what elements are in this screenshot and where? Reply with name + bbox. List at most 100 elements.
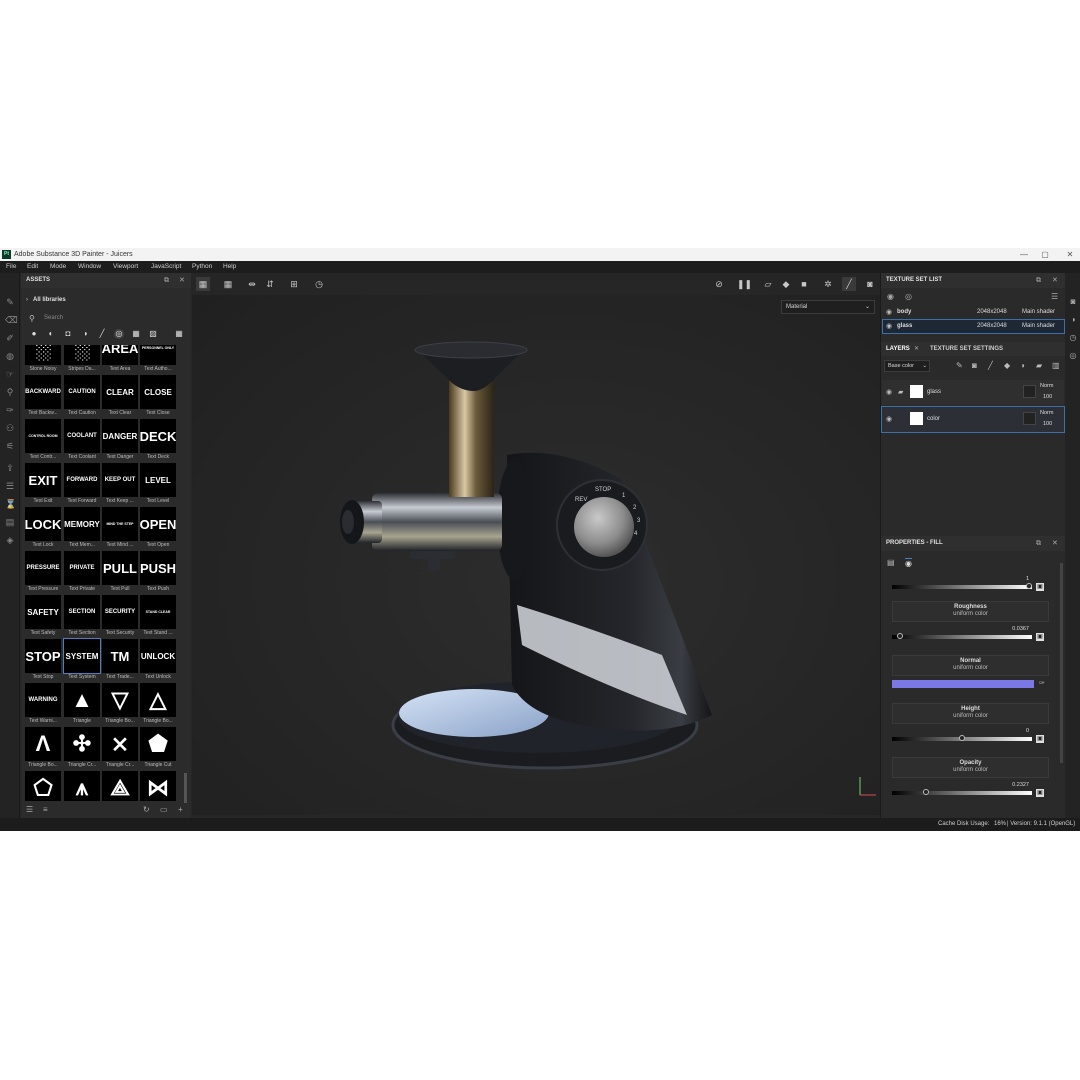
library-selector[interactable]: › All libraries xyxy=(26,297,66,303)
slider-knob[interactable] xyxy=(1026,583,1032,589)
hide-icon[interactable]: ⊘ xyxy=(712,277,726,291)
mirror-y-icon[interactable]: ⇵ xyxy=(263,277,277,291)
eye-icon[interactable]: ◉ xyxy=(886,306,892,319)
measure-icon[interactable]: ⚟ xyxy=(5,441,15,451)
menu-python[interactable]: Python xyxy=(192,261,212,273)
projection-icon[interactable]: ✐ xyxy=(5,333,15,343)
eye-icon[interactable]: ◎ xyxy=(905,292,912,301)
grid-view-icon[interactable]: ▦ xyxy=(174,329,184,339)
settings-list-icon[interactable]: ☰ xyxy=(1051,292,1058,301)
paint-brush-icon[interactable]: ✎ xyxy=(5,297,15,307)
asset-item[interactable]: SAFETY Text Safety xyxy=(25,595,61,639)
smudge-icon[interactable]: ☞ xyxy=(5,369,15,379)
asset-item[interactable]: ⨯ Triangle Cr... xyxy=(102,727,138,771)
materials-icon[interactable]: ◈ xyxy=(5,535,15,545)
layer-opacity[interactable]: 100 xyxy=(1043,421,1052,427)
menu-viewport[interactable]: Viewport xyxy=(113,261,138,273)
normal-color-swatch[interactable] xyxy=(892,680,1034,688)
asset-item[interactable]: FORWARD Text Forward xyxy=(64,463,100,507)
brush-filter-icon[interactable]: ╱ xyxy=(97,329,107,339)
top-slider[interactable] xyxy=(892,583,1032,589)
add-folder-icon[interactable]: ▰ xyxy=(1036,361,1042,370)
texture-set-body[interactable]: ◉ body 2048x2048 Main shader xyxy=(883,306,1064,319)
smart-material-filter-icon[interactable]: ◐ xyxy=(46,329,56,339)
pause-icon[interactable]: ❚❚ xyxy=(737,277,752,291)
asset-item[interactable]: EXIT Text Exit xyxy=(25,463,61,507)
asset-item[interactable]: MEMORY Text Mem... xyxy=(64,507,100,551)
roughness-block[interactable]: Roughness uniform color xyxy=(892,601,1049,622)
asset-item[interactable]: PULL Text Pull xyxy=(102,551,138,595)
asset-item[interactable]: KEEP OUT Text Keep ... xyxy=(102,463,138,507)
asset-item[interactable]: BACKWARD Text Backw... xyxy=(25,375,61,419)
add-smart-icon[interactable]: ◑ xyxy=(1020,361,1025,370)
alpha-filter-icon[interactable]: ◎ xyxy=(114,329,124,339)
asset-item[interactable]: PUSH Text Push xyxy=(140,551,176,595)
assets-scrollbar[interactable] xyxy=(184,773,187,803)
asset-item[interactable]: STOP Text Stop xyxy=(25,639,61,683)
asset-item[interactable]: PRIVATE Text Private xyxy=(64,551,100,595)
close-panel-icon[interactable]: ✕ xyxy=(1052,536,1058,551)
toggle-icon[interactable]: ▣ xyxy=(1036,633,1044,641)
properties-scrollbar[interactable] xyxy=(1060,563,1063,763)
close-tab-icon[interactable]: ✕ xyxy=(914,342,919,356)
minimize-button[interactable]: — xyxy=(1017,248,1031,261)
add-paint-layer-icon[interactable]: ╱ xyxy=(988,361,993,370)
split-view-icon[interactable]: ▦ xyxy=(221,277,235,291)
eye-icon[interactable]: ◉ xyxy=(886,388,892,396)
menu-help[interactable]: Help xyxy=(223,261,236,273)
asset-item[interactable]: DECK Text Deck xyxy=(140,419,176,463)
camera-icon[interactable]: ■ xyxy=(797,277,811,291)
menu-edit[interactable]: Edit xyxy=(27,261,38,273)
mirror-x-icon[interactable]: ⇹ xyxy=(245,277,259,291)
blend-mode[interactable]: Norm xyxy=(1040,383,1053,389)
undock-icon[interactable]: ⧉ xyxy=(1036,536,1041,551)
asset-item[interactable]: UNLOCK Text Unlock xyxy=(140,639,176,683)
slider-knob[interactable] xyxy=(896,633,903,639)
toggle-icon[interactable]: ▣ xyxy=(1036,735,1044,743)
close-window-button[interactable]: ✕ xyxy=(1063,248,1077,261)
asset-item[interactable]: CAUTION Text Caution xyxy=(64,375,100,419)
asset-item[interactable]: PRESSURE Text Pressure xyxy=(25,551,61,595)
material-filter-icon[interactable]: ● xyxy=(29,329,39,339)
asset-item[interactable]: DANGER Text Danger xyxy=(102,419,138,463)
asset-item[interactable]: MIND THE STEP Text Mind ... xyxy=(102,507,138,551)
texture-set-glass[interactable]: ◉ glass 2048x2048 Main shader xyxy=(882,319,1065,334)
material-tab-icon[interactable]: ◉ xyxy=(905,558,912,568)
toggle-icon[interactable]: ▣ xyxy=(1036,789,1044,797)
tab-texture-set-settings[interactable]: TEXTURE SET SETTINGS xyxy=(930,342,1003,356)
asset-item[interactable]: ⬟ Triangle Cut xyxy=(140,727,176,771)
asset-item[interactable]: ⩚ xyxy=(64,771,100,801)
asset-item[interactable]: TM Text Trade... xyxy=(102,639,138,683)
asset-item[interactable]: ▲ Triangle xyxy=(64,683,100,727)
fill-settings-icon[interactable]: ▤ xyxy=(887,558,895,567)
asset-item[interactable]: ✣ Triangle Cr... xyxy=(64,727,100,771)
height-slider[interactable] xyxy=(892,735,1032,741)
search-input[interactable]: ⚲ Search xyxy=(26,313,181,324)
add-mask-icon[interactable]: ◙ xyxy=(972,361,977,370)
picker-icon[interactable]: ✑ xyxy=(5,405,15,415)
tab-layers[interactable]: LAYERS xyxy=(886,342,910,356)
close-panel-icon[interactable]: ✕ xyxy=(1052,273,1058,288)
box-select-icon[interactable]: ▱ xyxy=(761,277,775,291)
asset-item[interactable]: CONTROL ROOM Text Contr... xyxy=(25,419,61,463)
opacity-block[interactable]: Opacity uniform color xyxy=(892,757,1049,778)
roughness-slider[interactable] xyxy=(892,633,1032,639)
eye-icon[interactable]: ◉ xyxy=(886,320,892,333)
asset-item[interactable]: ⟁ xyxy=(102,771,138,801)
3d-viewport[interactable]: REV STOP 1 2 3 4 Material ⌄ xyxy=(192,295,880,815)
opacity-slider[interactable] xyxy=(892,789,1032,795)
undock-icon[interactable]: ⧉ xyxy=(164,273,169,288)
list-options-icon[interactable]: ≡ xyxy=(43,805,48,814)
menu-javascript[interactable]: JavaScript xyxy=(151,261,181,273)
lighting-icon[interactable]: ✲ xyxy=(821,277,835,291)
layer-opacity[interactable]: 100 xyxy=(1043,394,1052,400)
asset-item[interactable]: LOCK Text Lock xyxy=(25,507,61,551)
eraser-icon[interactable]: ⌫ xyxy=(5,315,18,325)
asset-item[interactable]: SECTION Text Section xyxy=(64,595,100,639)
layer-color[interactable]: ◉ color Norm 100 xyxy=(881,406,1065,433)
asset-item[interactable]: Λ Triangle Bo... xyxy=(25,727,61,771)
screenshot-icon[interactable]: ◙ xyxy=(863,277,877,291)
height-block[interactable]: Height uniform color xyxy=(892,703,1049,724)
visibility-toggle-icon[interactable]: ◉ xyxy=(887,292,894,301)
add-icon[interactable]: + xyxy=(178,805,183,814)
